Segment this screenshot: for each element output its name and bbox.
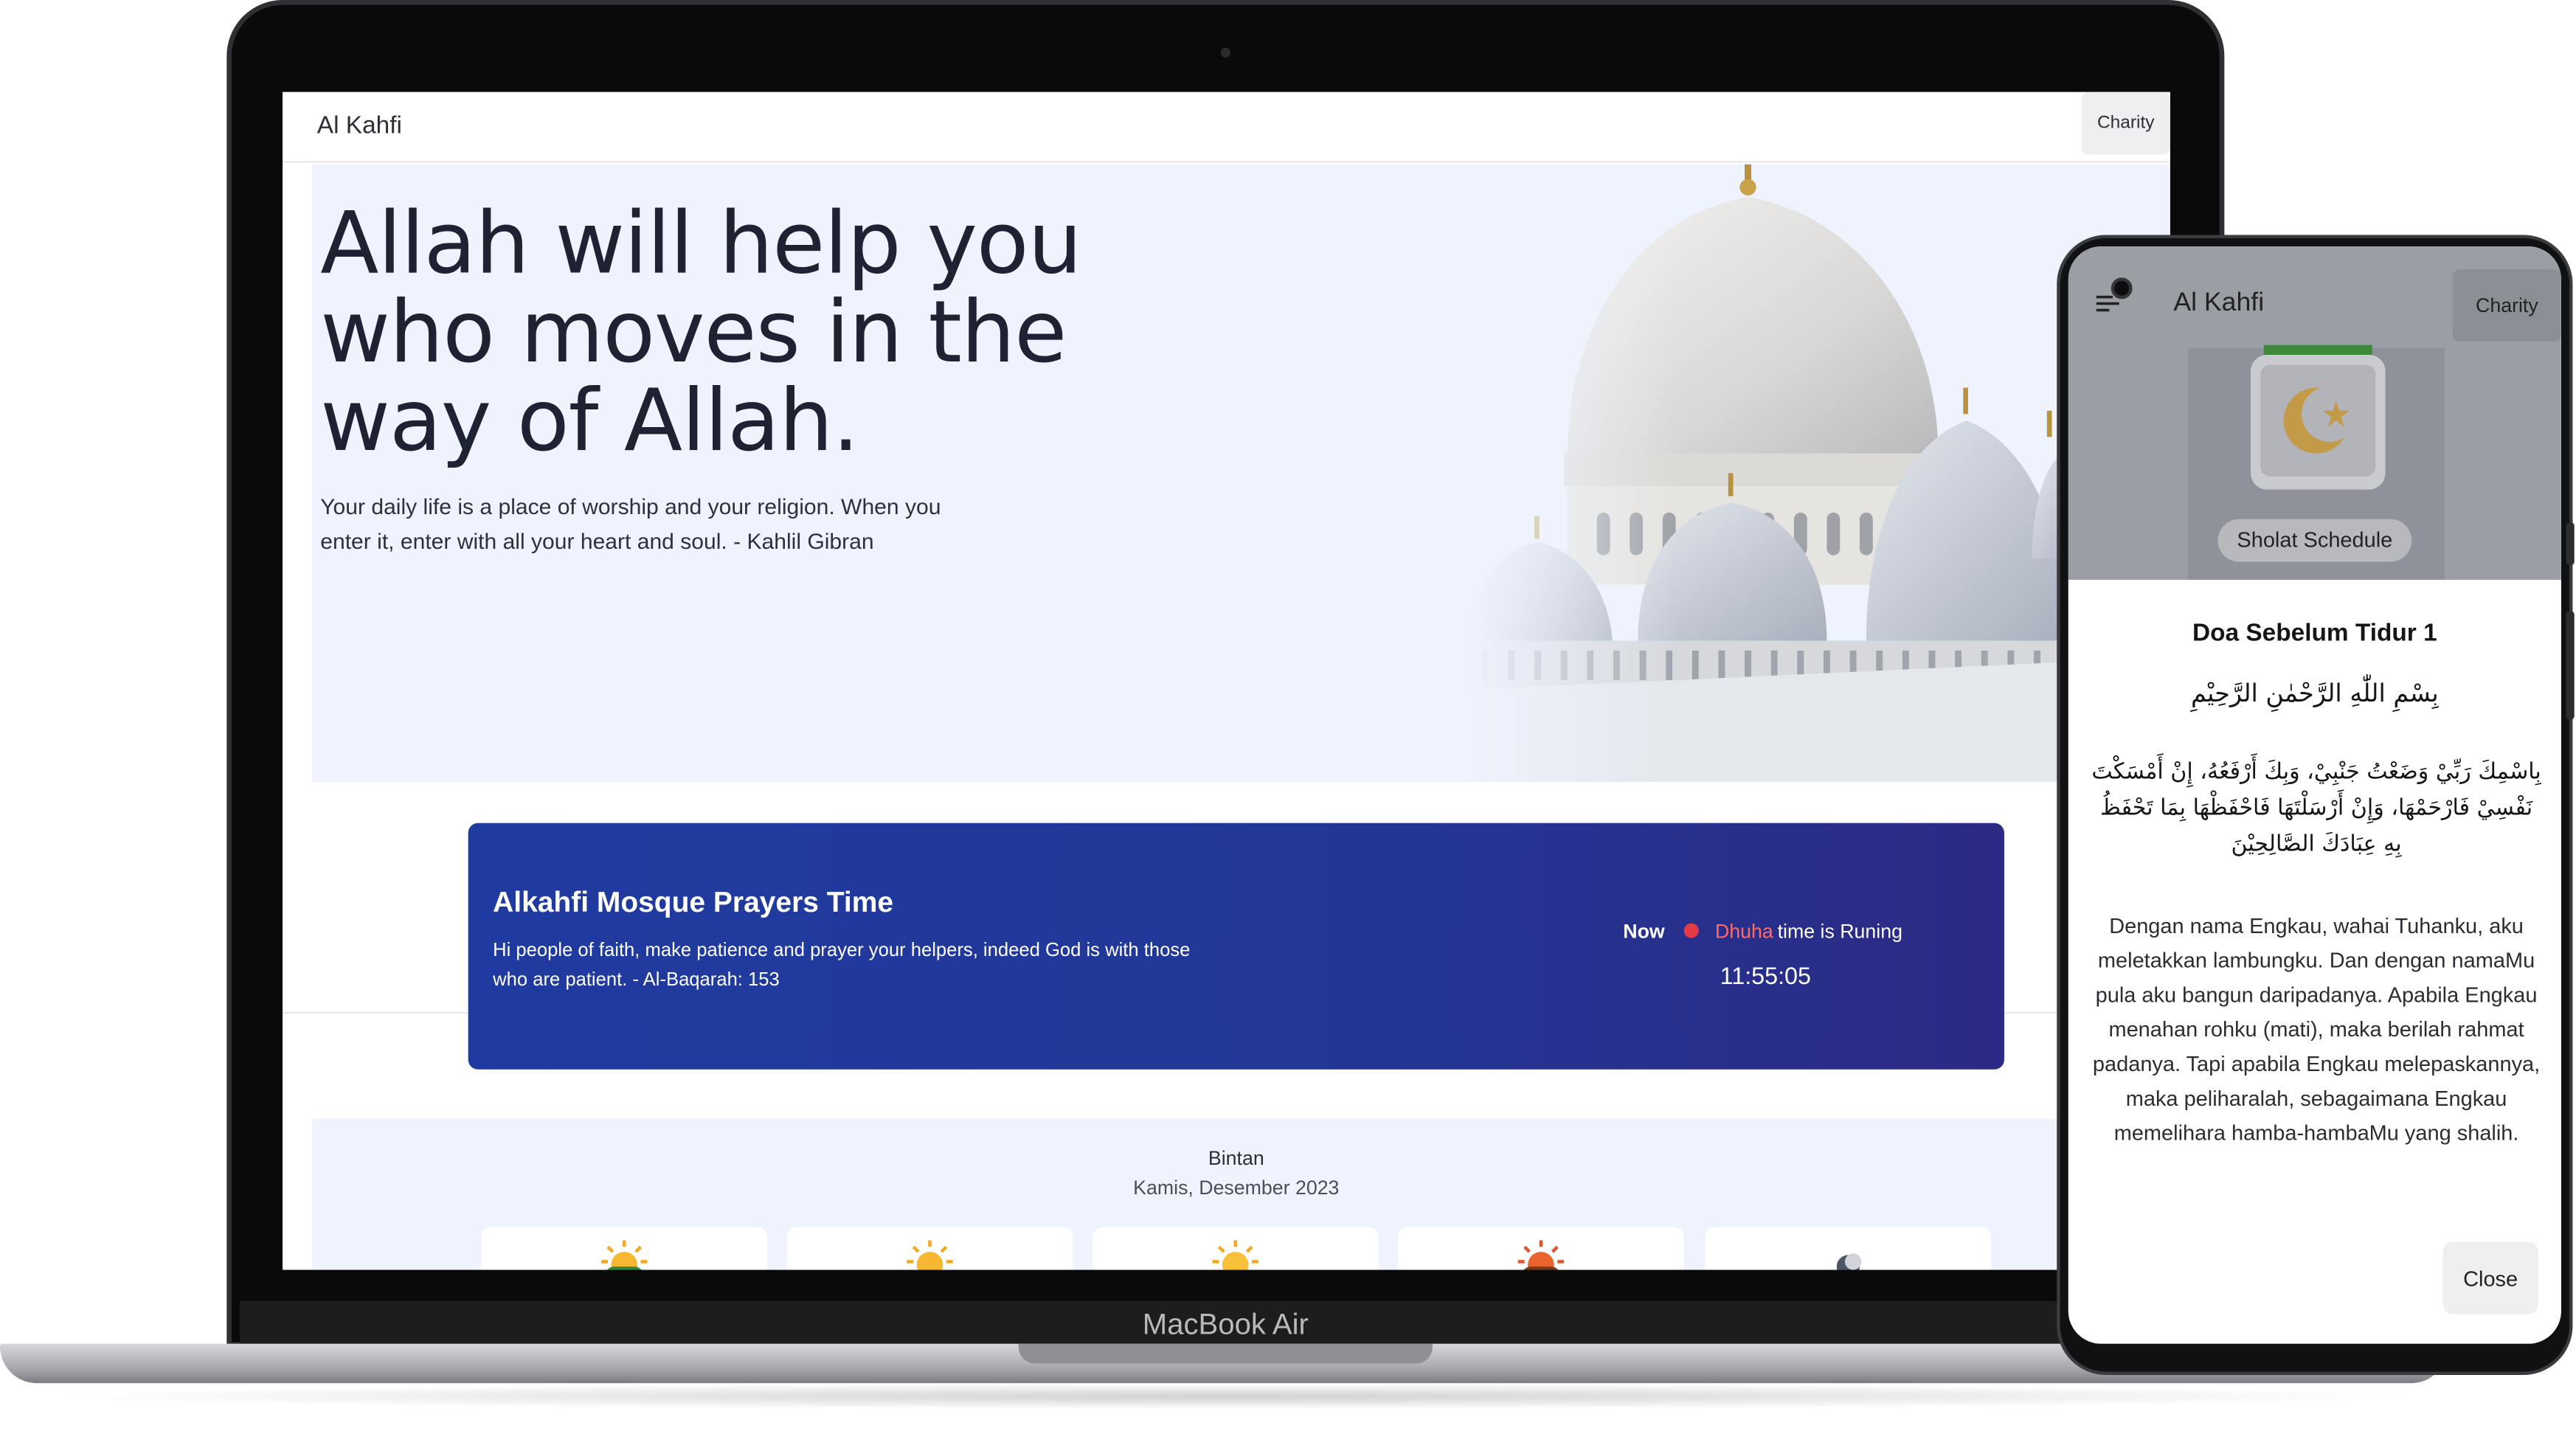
phone-charity-button[interactable]: Charity	[2452, 269, 2561, 342]
prayer-card[interactable]	[481, 1227, 768, 1270]
sun-icon	[1212, 1240, 1258, 1270]
prayer-time-banner: Alkahfi Mosque Prayers Time Hi people of…	[468, 822, 2004, 1070]
navbar: Al Kahfi Charity	[283, 91, 2170, 163]
phone-side-button	[2566, 522, 2575, 566]
phone-dimmed-background: Al Kahfi Charity Sholat Schedule	[2068, 246, 2561, 581]
modal-title: Doa Sebelum Tidur 1	[2192, 619, 2437, 648]
schedule-date: Kamis, Desember 2023	[1133, 1176, 1340, 1199]
current-prayer-name: Dhuha	[1714, 920, 1773, 943]
live-dot-icon	[1683, 923, 1699, 938]
prayer-banner-description: Hi people of faith, make patience and pr…	[493, 941, 1191, 991]
hero-title: Allah will help you who moves in the way…	[320, 195, 1082, 472]
prayer-clock: 11:55:05	[1720, 964, 1811, 991]
sun-icon	[907, 1240, 953, 1270]
phone-brand[interactable]: Al Kahfi	[2173, 289, 2264, 319]
prayer-card[interactable]	[786, 1227, 1073, 1270]
moon-icon	[1836, 1253, 1862, 1270]
prayer-schedule-section: Bintan Kamis, Desember 2023	[312, 1118, 2170, 1270]
hero-section: Allah will help you who moves in the way…	[312, 164, 2170, 783]
phone-front-camera	[2111, 277, 2133, 299]
charity-button[interactable]: Charity	[2081, 91, 2170, 155]
phone-screen: Al Kahfi Charity Sholat Schedule Doa Seb…	[2068, 246, 2561, 1344]
navbar-brand[interactable]: Al Kahfi	[317, 111, 402, 139]
modal-translation: Dengan nama Engkau, wahai Tuhanku, aku m…	[2092, 913, 2541, 1146]
prayer-modal: Doa Sebelum Tidur 1 بِسْمِ اللّٰهِ الرَّ…	[2068, 580, 2561, 1344]
modal-arabic-text: بِاسْمِكَ رَبِّيْ وَضَعْتُ جَنْبِيْ، وَب…	[2091, 758, 2541, 858]
laptop-camera	[1220, 47, 1231, 58]
sunrise-icon	[601, 1240, 648, 1270]
prayer-card[interactable]	[1092, 1227, 1379, 1270]
prayer-card[interactable]	[1398, 1227, 1684, 1270]
close-button[interactable]: Close	[2442, 1241, 2538, 1314]
prayer-card[interactable]	[1705, 1227, 1992, 1270]
prayer-status-text: time is Runing	[1777, 920, 1902, 943]
laptop-hinge-notch	[1018, 1343, 1433, 1364]
calendar-crescent-icon	[2250, 344, 2386, 490]
hero-quote: Your daily life is a place of worship an…	[320, 494, 941, 554]
now-label: Now	[1623, 920, 1665, 943]
prayer-banner-title: Alkahfi Mosque Prayers Time	[493, 885, 894, 918]
laptop-shadow	[32, 1383, 2431, 1410]
laptop-screen: Al Kahfi Charity Allah will help you who…	[283, 91, 2170, 1270]
laptop-brand-label: MacBook Air	[1142, 1307, 1309, 1341]
sunset-icon	[1517, 1240, 1565, 1270]
modal-basmala: بِسْمِ اللّٰهِ الرَّحْمٰنِ الرَّحِيْمِ	[2190, 678, 2439, 708]
phone-volume-button	[2566, 611, 2575, 720]
schedule-city: Bintan	[1208, 1146, 1264, 1170]
sholat-schedule-label[interactable]: Sholat Schedule	[2217, 519, 2412, 562]
